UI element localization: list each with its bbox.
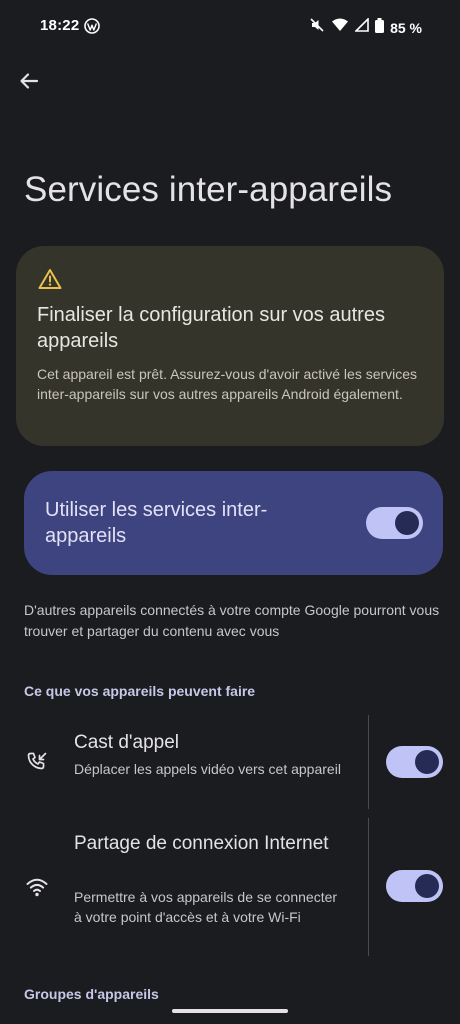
internet-sharing-switch[interactable] (386, 870, 443, 902)
back-button[interactable] (12, 66, 46, 100)
call-cast-switch[interactable] (386, 746, 443, 778)
switch-thumb (395, 511, 419, 535)
warning-card: Finaliser la configuration sur vos autre… (16, 246, 444, 446)
info-text: D'autres appareils connectés à votre com… (24, 602, 440, 639)
setting-subtitle: Déplacer les appels vidéo vers cet appar… (74, 761, 341, 777)
setting-row-internet-sharing[interactable]: Partage de connexion Internet Permettre … (0, 818, 460, 956)
arrow-back-icon (19, 71, 39, 96)
section-header-groups: Groupes d'appareils (24, 986, 159, 1002)
wifi-icon (24, 874, 50, 900)
battery-icon (375, 17, 385, 38)
status-time: 18:22 (40, 17, 80, 34)
setting-title: Cast d'appel (74, 732, 180, 753)
section-header-capabilities: Ce que vos appareils peuvent faire (24, 683, 256, 699)
switch-thumb (415, 750, 439, 774)
warning-icon (38, 268, 62, 290)
setting-row-call-cast[interactable]: Cast d'appel Déplacer les appels vidéo v… (0, 715, 460, 809)
main-toggle-label: Utiliser les services inter-appareils (45, 499, 268, 547)
wifi-icon (331, 17, 349, 38)
call-cast-icon (24, 749, 50, 775)
wordpress-icon (84, 18, 100, 34)
page-title: Services inter-appareils (24, 170, 393, 209)
warning-body: Cet appareil est prêt. Assurez-vous d'av… (37, 366, 418, 402)
mute-icon (309, 17, 325, 38)
battery-percent: 85 % (390, 19, 422, 36)
cell-signal-icon (354, 17, 369, 37)
main-toggle-card[interactable]: Utiliser les services inter-appareils (24, 471, 443, 575)
divider (368, 715, 369, 809)
divider (368, 818, 369, 956)
status-bar: 18:22 85 % (0, 0, 460, 52)
warning-title: Finaliser la configuration sur vos autre… (37, 304, 385, 352)
setting-subtitle: Permettre à vos appareils de se connecte… (74, 889, 338, 925)
status-icons: 85 % (309, 17, 422, 38)
main-toggle-switch[interactable] (366, 507, 423, 539)
setting-title: Partage de connexion Internet (74, 833, 329, 854)
switch-thumb (415, 874, 439, 898)
gesture-navigation-bar[interactable] (172, 1009, 288, 1013)
